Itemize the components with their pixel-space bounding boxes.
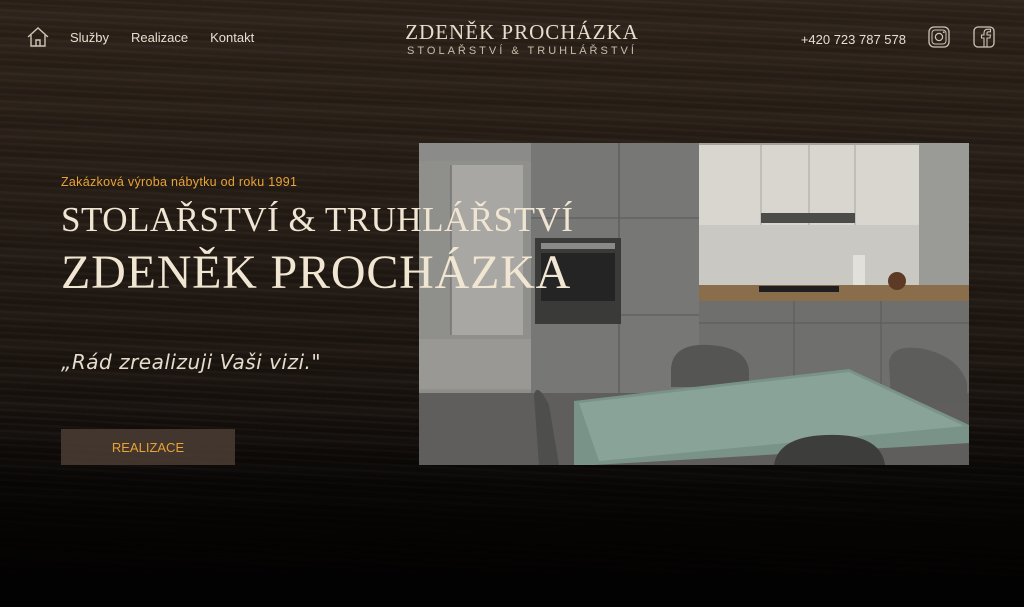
hero-tagline: Zakázková výroba nábytku od roku 1991	[61, 175, 298, 189]
facebook-icon[interactable]	[973, 26, 995, 48]
hero-quote: „Rád zrealizuji Vaši vizi."	[61, 350, 322, 374]
instagram-icon[interactable]	[928, 26, 950, 48]
hero-title-line2: ZDENĚK PROCHÁZKA	[61, 246, 572, 299]
kitchen-photo	[419, 143, 969, 465]
realizace-button[interactable]: REALIZACE	[61, 429, 235, 465]
hero-title-line1: STOLAŘSTVÍ & TRUHLÁŘSTVÍ	[61, 200, 574, 239]
phone-link[interactable]: +420 723 787 578	[801, 32, 906, 47]
